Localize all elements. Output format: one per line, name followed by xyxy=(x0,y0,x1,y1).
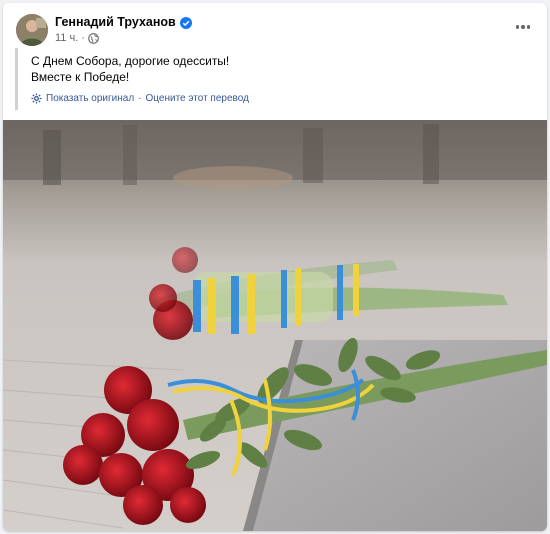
more-options-icon xyxy=(515,25,520,29)
globe-icon xyxy=(88,32,99,44)
author-name[interactable]: Геннадий Труханов xyxy=(55,15,176,29)
post-header: Геннадий Труханов 11 ч. · xyxy=(3,3,547,51)
more-options-icon xyxy=(526,25,531,29)
show-original-link[interactable]: Показать оригинал xyxy=(46,93,134,104)
roses-photo xyxy=(3,120,547,531)
rate-translation-link[interactable]: Оцените этот перевод xyxy=(146,93,249,104)
gear-icon xyxy=(31,93,42,104)
translation-separator: · xyxy=(138,93,142,104)
meta-separator: · xyxy=(81,32,85,44)
post-text-line: С Днем Собора, дорогие одесситы! xyxy=(31,54,230,68)
more-options-button[interactable] xyxy=(513,21,533,33)
post-card: Геннадий Труханов 11 ч. · С Днем Собора,… xyxy=(3,3,547,531)
author-avatar[interactable] xyxy=(16,14,48,46)
post-text-line: Вместе к Победе! xyxy=(31,70,130,84)
more-options-icon xyxy=(521,25,525,29)
post-photo[interactable] xyxy=(3,120,547,531)
verified-badge-icon xyxy=(179,16,192,29)
post-timestamp[interactable]: 11 ч. xyxy=(55,32,78,44)
translation-bar: Показать оригинал · Оцените этот перевод xyxy=(31,93,249,104)
